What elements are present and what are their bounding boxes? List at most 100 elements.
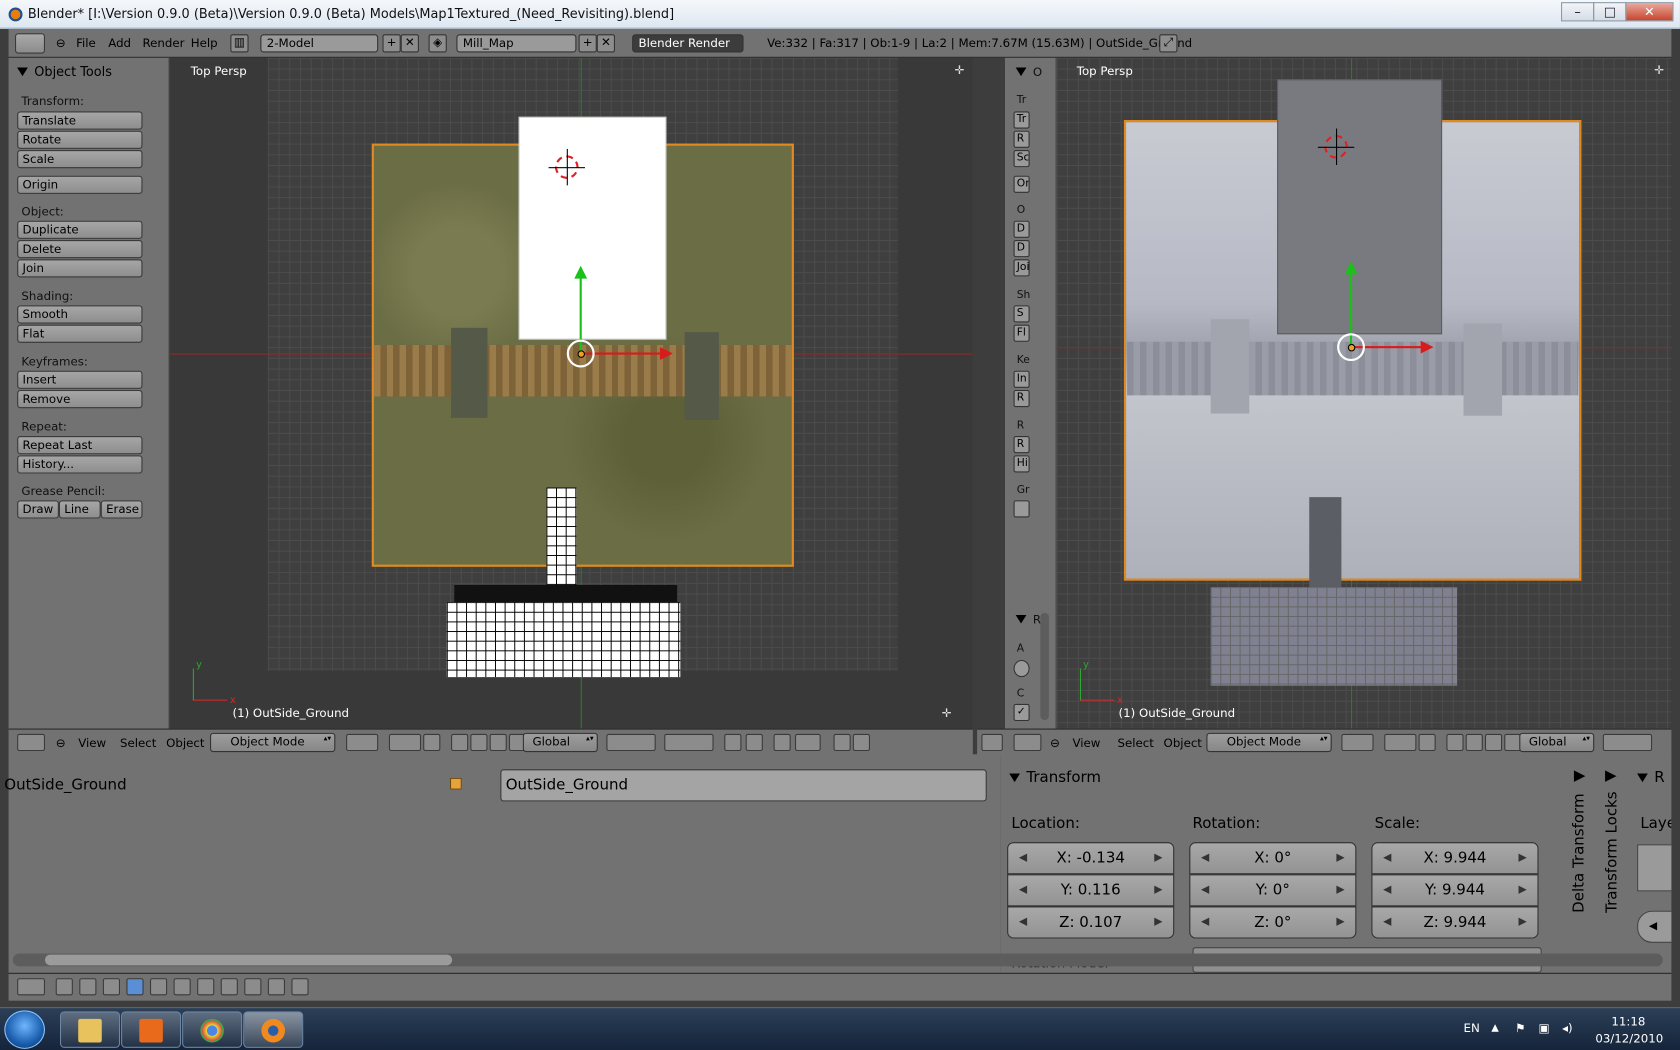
scene-context-icon[interactable] [79, 978, 97, 996]
layers-grid-1[interactable] [1602, 733, 1653, 752]
layers-grid[interactable] [1637, 844, 1672, 892]
gp-line-button[interactable]: Line [58, 500, 101, 519]
npanel-button[interactable]: In [1013, 370, 1030, 388]
decrement-arrow-icon[interactable]: ◀ [1019, 907, 1027, 937]
mill-building-mesh-solid[interactable] [1277, 79, 1443, 335]
scene-field[interactable]: Mill_Map [456, 34, 577, 53]
left-post-mesh[interactable] [451, 327, 488, 418]
decrement-arrow-icon[interactable]: ◀ [1383, 875, 1391, 905]
base-roof-mesh[interactable] [454, 584, 678, 603]
proportional-edit-icon[interactable] [745, 733, 763, 752]
menu-file[interactable]: File [76, 36, 96, 50]
scale-manipulator-icon[interactable] [1484, 733, 1503, 752]
delta-transform-expand-icon[interactable]: ▶ [1574, 767, 1586, 784]
rotate-button[interactable]: Rotate [17, 130, 143, 149]
menu-render[interactable]: Render [142, 36, 184, 50]
npanel-button[interactable]: R [1013, 389, 1030, 408]
menu-object[interactable]: Object [1164, 736, 1202, 750]
duplicate-button[interactable]: Duplicate [17, 220, 143, 239]
viewport-shading-dropdown[interactable] [1341, 733, 1374, 752]
object-context-icon[interactable] [126, 978, 144, 996]
layers-grid-1[interactable] [606, 733, 656, 752]
remove-keyframe-button[interactable]: Remove [17, 389, 143, 409]
rotation-x-field[interactable]: ◀ X: 0° ▶ [1189, 842, 1357, 875]
clock-time[interactable]: 11:18 [1611, 1015, 1645, 1029]
menu-select[interactable]: Select [120, 736, 156, 750]
physics-context-icon[interactable] [291, 978, 309, 996]
increment-arrow-icon[interactable]: ▶ [1154, 907, 1162, 937]
transform-locks-tab[interactable]: Transform Locks [1604, 791, 1621, 912]
transform-locks-expand-icon[interactable]: ▶ [1605, 767, 1617, 784]
location-z-field[interactable]: ◀ Z: 0.107 ▶ [1007, 906, 1175, 939]
language-indicator[interactable]: EN [1464, 1021, 1480, 1035]
npanel-button[interactable]: Fl [1013, 324, 1030, 342]
scene-icon[interactable]: ◈ [428, 34, 447, 53]
clock-date[interactable]: 03/12/2010 [1595, 1032, 1663, 1046]
header-collapse-icon[interactable]: ⊖ [56, 736, 66, 750]
object-mode-dropdown[interactable]: Object Mode [1206, 732, 1332, 753]
gp-erase-button[interactable]: Erase [100, 500, 143, 519]
decrement-arrow-icon[interactable]: ◀ [1201, 907, 1209, 937]
join-button[interactable]: Join [17, 259, 143, 278]
increment-arrow-icon[interactable]: ▶ [1336, 843, 1344, 873]
increment-arrow-icon[interactable]: ▶ [1518, 907, 1526, 937]
decrement-arrow-icon[interactable]: ◀ [1019, 843, 1027, 873]
object-name-field[interactable]: OutSide_Ground [500, 769, 987, 802]
manipulator-toggle-icon[interactable] [423, 733, 441, 752]
viewport-shading-dropdown[interactable] [346, 733, 379, 752]
transform-orientation-dropdown[interactable]: Global [1519, 732, 1595, 753]
material-context-icon[interactable] [220, 978, 238, 996]
pivot-point-dropdown[interactable] [388, 733, 422, 752]
3d-cursor[interactable] [1317, 128, 1355, 165]
history-button[interactable]: History... [17, 455, 143, 474]
rotate-manipulator-icon[interactable] [470, 733, 488, 752]
viewport-left[interactable]: yx Top Persp (1) OutSide_Ground ✛ ✛ [169, 57, 973, 729]
increment-arrow-icon[interactable]: ▶ [1518, 843, 1526, 873]
opengl-render-icon[interactable] [833, 733, 851, 752]
npanel-button[interactable]: D [1013, 220, 1030, 238]
render-engine-dropdown[interactable]: Blender Render [632, 34, 744, 53]
split-area-icon[interactable]: ✛ [955, 63, 965, 77]
transform-panel-header[interactable]: Transform [1009, 769, 1101, 786]
decrement-arrow-icon[interactable]: ◀ [1383, 907, 1391, 937]
network-icon[interactable]: ▣ [1539, 1021, 1550, 1035]
smooth-button[interactable]: Smooth [17, 305, 143, 324]
opengl-animation-icon[interactable] [852, 733, 870, 752]
scale-y-field[interactable]: ◀ Y: 9.944 ▶ [1371, 874, 1539, 907]
x-arrow-manipulator[interactable] [582, 347, 673, 360]
location-y-field[interactable]: ◀ Y: 0.116 ▶ [1007, 874, 1175, 907]
location-x-field[interactable]: ◀ X: -0.134 ▶ [1007, 842, 1175, 875]
3d-cursor[interactable] [548, 148, 585, 186]
object-tools-header[interactable]: Object Tools [17, 64, 112, 79]
particles-context-icon[interactable] [267, 978, 285, 996]
increment-arrow-icon[interactable]: ▶ [1336, 907, 1344, 937]
taskbar-media-player-button[interactable] [121, 1011, 182, 1048]
npanel-button[interactable]: Sc [1013, 149, 1030, 168]
npanel-button[interactable]: Joi [1013, 259, 1030, 277]
transform-orientation-dropdown[interactable]: Global [522, 732, 598, 753]
increment-arrow-icon[interactable]: ▶ [1518, 875, 1526, 905]
right-post-mesh-solid[interactable] [1463, 323, 1503, 416]
editor-type-info-button[interactable] [14, 33, 45, 54]
modifiers-context-icon[interactable] [173, 978, 191, 996]
delta-transform-tab[interactable]: Delta Transform [1571, 793, 1588, 912]
npanel-radio[interactable] [1013, 659, 1030, 678]
gp-draw-button[interactable]: Draw [17, 500, 59, 519]
object-mode-dropdown[interactable]: Object Mode [209, 732, 336, 753]
close-button[interactable]: ✕ [1625, 2, 1674, 22]
base-structure-mesh-solid[interactable] [1210, 587, 1458, 686]
npanel-button[interactable] [1013, 500, 1030, 518]
menu-select[interactable]: Select [1117, 736, 1153, 750]
extra-panel-header[interactable]: R [1637, 769, 1665, 786]
constraints-context-icon[interactable] [149, 978, 168, 996]
npanel-scrollbar[interactable] [1040, 612, 1049, 720]
header-collapse-icon[interactable]: ⊖ [1050, 736, 1060, 750]
insert-keyframe-button[interactable]: Insert [17, 370, 143, 389]
taskbar-explorer-button[interactable] [59, 1011, 120, 1048]
npanel-header[interactable]: O [1015, 65, 1042, 79]
layers-grid-2[interactable] [664, 733, 714, 752]
npanel-button[interactable]: Tr [1013, 111, 1030, 129]
snap-toggle-icon[interactable] [773, 733, 791, 752]
split-area-icon-bottom[interactable]: ✛ [942, 706, 952, 720]
delete-scene-icon[interactable]: ✕ [596, 34, 615, 53]
